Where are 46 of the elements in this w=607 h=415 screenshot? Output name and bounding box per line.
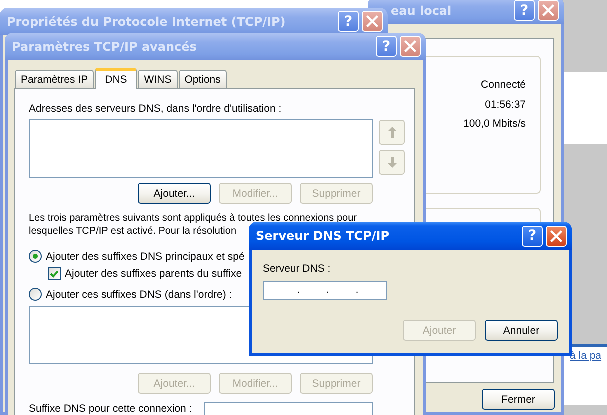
field-label: Suffixe DNS pour cette connexion : [29,403,194,415]
help-button[interactable]: ? [338,11,359,32]
close-dialog-button[interactable]: Fermer [482,389,555,410]
option-label: Ajouter ces suffixes DNS (dans l'ordre) : [46,288,232,300]
ip-separator: . [297,285,300,296]
help-button[interactable]: ? [376,36,397,57]
window-title: eau local [390,4,453,18]
dns-server-list[interactable] [29,119,373,178]
window-title: Propriétés du Protocole Internet (TCP/IP) [7,14,287,28]
checkbox[interactable] [48,267,61,280]
window-title: Serveur DNS TCP/IP [256,229,391,243]
ip-separator: . [326,285,330,296]
ip-separator: . [356,285,359,296]
field-label: Serveur DNS : [263,263,332,276]
page-panel [564,72,607,144]
radio-button[interactable] [29,288,42,301]
check-icon [50,270,59,278]
info-text-line: lesquelles TCP/IP est activé. Pour la résolution [29,225,237,238]
window-title: Paramètres TCP/IP avancés [12,40,198,54]
info-text-line: Les trois paramètres suivants sont appliqués à toutes les connexions pour [29,212,357,225]
close-icon [366,15,379,28]
status-value: 01:56:37 [485,98,526,112]
help-button[interactable]: ? [522,226,543,246]
help-button[interactable]: ? [514,0,535,21]
option-label: Ajouter des suffixes parents du suffixe [65,268,242,280]
close-button[interactable] [546,226,567,246]
option-label: Ajouter des suffixes DNS principaux et spé [46,250,245,262]
close-button[interactable] [538,0,559,21]
ip-address-field[interactable]: . . . [263,281,387,300]
list-label: Adresses des serveurs DNS, dans l'ordre d'utilisation : [29,103,283,116]
tab[interactable]: Options [178,70,227,88]
status-value: 100,0 Mbits/s [464,117,526,132]
button[interactable]: Ajouter... [138,183,211,204]
status-value: Connecté [481,78,526,93]
tab[interactable]: WINS [138,70,178,88]
up-arrow-icon [388,127,396,138]
tab[interactable]: DNS [95,68,138,89]
radio-button[interactable] [29,250,42,263]
close-button[interactable] [400,36,421,57]
down-arrow-icon [388,157,396,168]
close-icon [550,230,563,242]
close-icon [404,40,417,53]
button[interactable]: Annuler [485,320,558,341]
close-button[interactable] [362,11,383,32]
close-icon [542,4,555,17]
tab[interactable]: Paramètres IP [15,70,94,88]
